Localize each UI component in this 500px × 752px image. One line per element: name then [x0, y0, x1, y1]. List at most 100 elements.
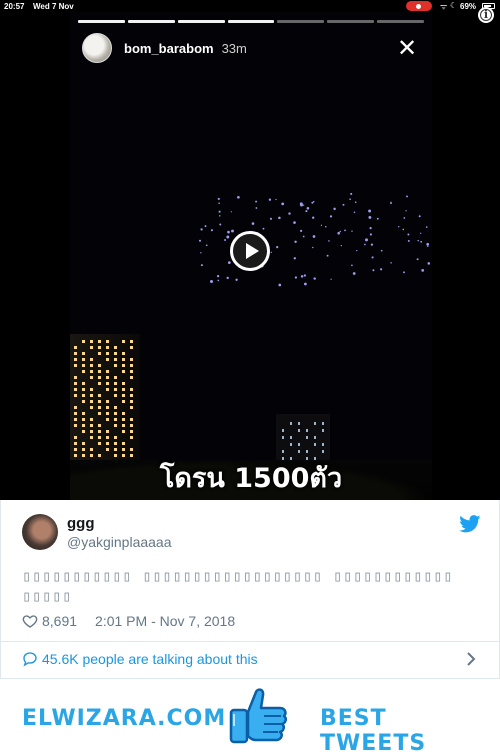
info-icon[interactable]: i — [478, 7, 494, 23]
building-window — [74, 364, 77, 367]
drone-light — [398, 226, 400, 228]
divider — [1, 641, 499, 642]
drone-light — [312, 246, 314, 249]
drone-light — [353, 211, 356, 214]
drone-light — [200, 264, 203, 267]
building-window — [130, 448, 133, 451]
building-window — [74, 442, 77, 445]
story-progress — [78, 20, 425, 23]
building-window — [282, 450, 284, 453]
drone-light — [320, 224, 323, 226]
building-window — [122, 340, 125, 343]
building-window — [90, 358, 93, 361]
building-window — [106, 388, 109, 391]
building-window — [106, 418, 109, 421]
twitter-bird-icon[interactable] — [459, 515, 481, 533]
drone-light — [210, 229, 213, 232]
status-time: 20:57 — [4, 2, 25, 11]
like-count[interactable]: 8,691 — [42, 613, 77, 629]
drone-light — [217, 197, 220, 200]
building-window — [114, 364, 117, 367]
building-window — [74, 388, 77, 391]
building-window — [114, 406, 117, 409]
drone-light — [420, 240, 423, 243]
building-window — [74, 376, 77, 379]
building-window — [122, 448, 125, 451]
status-date: Wed 7 Nov — [33, 2, 74, 11]
building-window — [114, 436, 117, 439]
drone-light — [227, 261, 231, 264]
drone-light — [210, 280, 213, 283]
drone-light — [380, 249, 383, 252]
drone-light — [312, 216, 315, 219]
building-window — [106, 448, 109, 451]
drone-light — [303, 274, 307, 277]
drone-light — [216, 274, 220, 278]
building-window — [82, 424, 85, 427]
building-window — [74, 406, 77, 409]
building-window — [314, 422, 316, 425]
story-username[interactable]: bom_barabom — [124, 41, 214, 56]
drone-light — [372, 269, 375, 272]
drone-light — [278, 216, 281, 220]
site-name[interactable]: ELWIZARA.COM — [22, 706, 226, 731]
building-window — [322, 422, 324, 425]
tweet-author-name[interactable]: ggg — [67, 515, 95, 532]
progress-segment — [127, 20, 175, 23]
play-icon[interactable] — [230, 231, 270, 271]
building-window — [82, 394, 85, 397]
drone-light — [351, 264, 353, 267]
drone-light — [268, 198, 272, 201]
heart-icon[interactable] — [22, 613, 38, 629]
building-window — [74, 382, 77, 385]
building-window — [122, 388, 125, 391]
drone-light — [390, 262, 392, 264]
drone-light — [269, 217, 273, 220]
drone-light — [204, 225, 207, 228]
building-window — [130, 388, 133, 391]
building-window — [74, 358, 77, 361]
tweet-timestamp[interactable]: 2:01 PM - Nov 7, 2018 — [95, 613, 235, 629]
drone-light — [294, 240, 297, 244]
drone-light — [354, 201, 357, 203]
building-window — [98, 346, 101, 349]
building-window — [90, 340, 93, 343]
building-window — [98, 376, 101, 379]
drone-light — [205, 244, 208, 247]
drone-light — [198, 239, 202, 242]
drone-light — [226, 276, 229, 280]
building-window — [90, 406, 93, 409]
avatar[interactable] — [82, 33, 112, 63]
building-window — [90, 436, 93, 439]
avatar[interactable] — [22, 514, 58, 550]
story-header: bom_barabom 33m — [82, 32, 247, 64]
drone-light — [403, 271, 405, 274]
building-window — [90, 448, 93, 451]
screen-record-icon — [406, 1, 432, 11]
conversation-link[interactable]: 45.6K people are talking about this — [22, 651, 258, 667]
building-window — [122, 394, 125, 397]
building-window — [82, 412, 85, 415]
building-window — [90, 346, 93, 349]
building-window — [314, 436, 316, 439]
chevron-right-icon[interactable] — [465, 650, 477, 668]
drone-light — [219, 223, 222, 226]
building-window — [98, 424, 101, 427]
drone-light — [218, 210, 221, 213]
drone-light — [306, 206, 310, 210]
drone-light — [219, 215, 221, 217]
building-window — [82, 430, 85, 433]
building-window — [322, 443, 324, 446]
building-window — [82, 388, 85, 391]
tweet-author-handle[interactable]: @yakginplaaaaa — [67, 534, 172, 550]
building-window — [106, 436, 109, 439]
building-window — [306, 429, 308, 432]
building-window — [314, 443, 316, 446]
building-window — [114, 442, 117, 445]
building-window — [114, 394, 117, 397]
close-icon[interactable]: ✕ — [396, 36, 418, 60]
building-window — [130, 400, 133, 403]
drone-light — [390, 202, 392, 205]
drone-light — [293, 221, 296, 224]
drone-light — [217, 279, 220, 282]
